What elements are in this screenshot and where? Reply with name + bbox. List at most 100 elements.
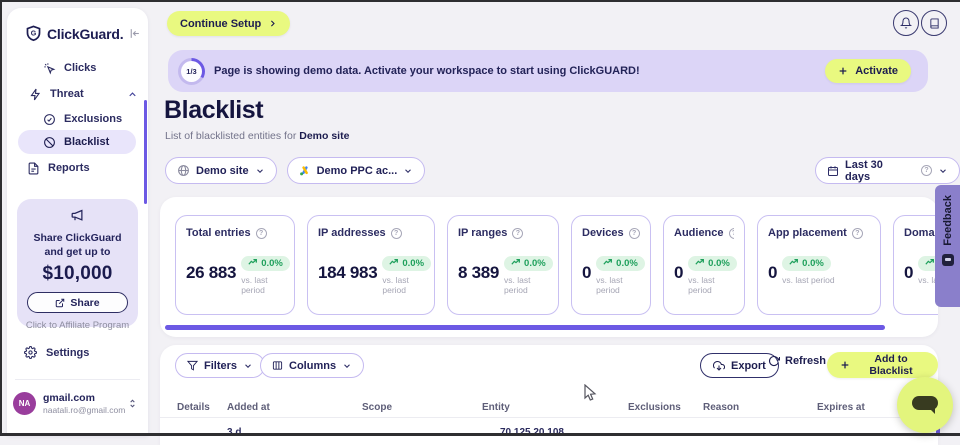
screen-edge	[0, 0, 2, 436]
document-icon	[27, 162, 40, 175]
column-header-exclusions[interactable]: Exclusions	[628, 402, 681, 413]
continue-setup-button[interactable]: Continue Setup	[167, 11, 290, 36]
site-selector[interactable]: Demo site	[165, 157, 277, 184]
stat-change-badge: 0.0%	[241, 256, 290, 271]
lightning-icon	[29, 88, 42, 101]
trend-up-icon	[248, 258, 258, 268]
trend-up-icon	[603, 258, 613, 268]
brand-logo[interactable]: G ClickGuard.	[25, 25, 137, 42]
columns-button[interactable]: Columns	[260, 353, 364, 378]
check-circle-icon	[43, 113, 56, 126]
collapse-sidebar-icon[interactable]	[128, 27, 141, 40]
stat-vs-label: vs. last period	[596, 275, 640, 295]
sidebar-item-settings[interactable]: Settings	[24, 346, 89, 359]
banner-message: Page is showing demo data. Activate your…	[214, 50, 640, 92]
stat-change-badge: 0.0%	[782, 256, 831, 271]
promo-amount: $10,000	[17, 263, 138, 285]
notifications-button[interactable]	[893, 10, 919, 36]
column-header-details[interactable]: Details	[177, 402, 210, 413]
column-header-scope[interactable]: Scope	[362, 402, 392, 413]
calendar-icon	[827, 165, 839, 177]
chevrons-up-down-icon[interactable]	[127, 398, 138, 409]
help-icon[interactable]: ?	[391, 228, 402, 239]
setup-progress-value: 1/3	[181, 61, 202, 82]
help-icon[interactable]: ?	[852, 228, 863, 239]
trend-up-icon	[511, 258, 521, 268]
sidebar-item-reports[interactable]: Reports	[27, 160, 138, 176]
stat-value: 0	[674, 263, 683, 283]
activate-button[interactable]: Activate	[825, 59, 911, 83]
help-icon[interactable]: ?	[256, 228, 267, 239]
sidebar-divider	[15, 379, 140, 380]
column-header-expires-at[interactable]: Expires at	[817, 402, 865, 413]
sidebar-item-exclusions[interactable]: Exclusions	[43, 111, 138, 127]
stat-label: App placement	[768, 227, 847, 239]
stat-value: 0	[904, 263, 913, 283]
trend-up-icon	[925, 258, 935, 268]
refresh-label: Refresh	[785, 355, 826, 367]
page-title: Blacklist	[164, 96, 263, 125]
bell-icon	[900, 17, 912, 29]
click-cursor-icon	[43, 62, 56, 75]
user-email: naatali.ro@gmail.com	[43, 405, 125, 415]
column-header-added-at[interactable]: Added at	[227, 402, 270, 413]
docs-button[interactable]	[921, 10, 947, 36]
sidebar-item-clicks[interactable]: Clicks	[43, 60, 138, 76]
table-header-divider	[160, 417, 938, 418]
help-icon[interactable]: ?	[512, 228, 523, 239]
feedback-widget-icon	[942, 254, 954, 266]
stat-card-app-placement: App placement? 0 0.0% vs. last period	[757, 215, 881, 315]
stat-label: Total entries	[186, 227, 251, 239]
chevron-down-icon	[255, 166, 265, 176]
sidebar-item-threat[interactable]: Threat	[29, 86, 138, 102]
sidebar-item-label: Blacklist	[64, 136, 109, 148]
stats-panel: Total entries? 26 883 0.0% vs. last peri…	[160, 197, 938, 337]
stat-value: 184 983	[318, 263, 377, 283]
export-label: Export	[731, 360, 766, 372]
speech-bubble-icon	[912, 396, 938, 410]
stat-label: Devices	[582, 227, 624, 239]
screen-edge	[0, 0, 960, 2]
date-range-selector[interactable]: Last 30 days ?	[815, 157, 960, 184]
filters-button[interactable]: Filters	[175, 353, 265, 378]
continue-setup-label: Continue Setup	[180, 18, 261, 30]
share-button[interactable]: Share	[27, 292, 128, 313]
book-icon	[929, 18, 940, 29]
promo-title: Share ClickGuard and get up to	[17, 228, 138, 259]
chevron-down-icon	[342, 361, 352, 371]
chevron-up-icon[interactable]	[127, 89, 138, 100]
stats-horizontal-scrollbar[interactable]	[165, 325, 885, 330]
chevron-down-icon	[938, 166, 948, 176]
chat-launcher-button[interactable]	[897, 377, 953, 433]
promo-note[interactable]: Click to Affiliate Program	[17, 320, 138, 331]
help-icon[interactable]: ?	[729, 228, 734, 239]
sidebar-scrollbar[interactable]	[144, 100, 147, 204]
gear-icon	[24, 346, 37, 359]
setup-progress-ring: 1/3	[178, 58, 205, 85]
sidebar-item-blacklist-content[interactable]: Blacklist	[43, 134, 138, 150]
stat-change-badge: 0.0%	[688, 256, 737, 271]
feedback-tab[interactable]: Feedback	[935, 185, 960, 307]
share-button-label: Share	[70, 297, 99, 309]
user-account[interactable]: NA gmail.com naatali.ro@gmail.com	[13, 392, 143, 415]
stat-vs-label: vs. last period	[688, 275, 734, 295]
help-icon[interactable]: ?	[629, 228, 640, 239]
stat-label: IP addresses	[318, 227, 386, 239]
ppc-account-selector[interactable]: Demo PPC ac...	[287, 157, 426, 184]
funnel-icon	[187, 360, 198, 371]
sidebar: G ClickGuard. Clicks Threat Exclusions B…	[7, 8, 148, 436]
trend-up-icon	[389, 258, 399, 268]
column-header-entity[interactable]: Entity	[482, 402, 510, 413]
external-link-icon	[55, 298, 65, 308]
help-icon: ?	[921, 165, 932, 176]
site-selector-value: Demo site	[196, 165, 249, 177]
sidebar-item-label: Threat	[50, 88, 84, 100]
stat-card-ip-ranges: IP ranges? 8 389 0.0% vs. last period	[447, 215, 559, 315]
add-to-blacklist-button[interactable]: Add to Blacklist	[827, 352, 938, 378]
trend-up-icon	[695, 258, 705, 268]
stat-label: Domain placement	[904, 227, 938, 239]
refresh-button[interactable]: Refresh	[768, 355, 826, 367]
date-range-value: Last 30 days	[845, 159, 910, 183]
demo-data-banner: 1/3 Page is showing demo data. Activate …	[168, 50, 928, 92]
column-header-reason[interactable]: Reason	[703, 402, 739, 413]
